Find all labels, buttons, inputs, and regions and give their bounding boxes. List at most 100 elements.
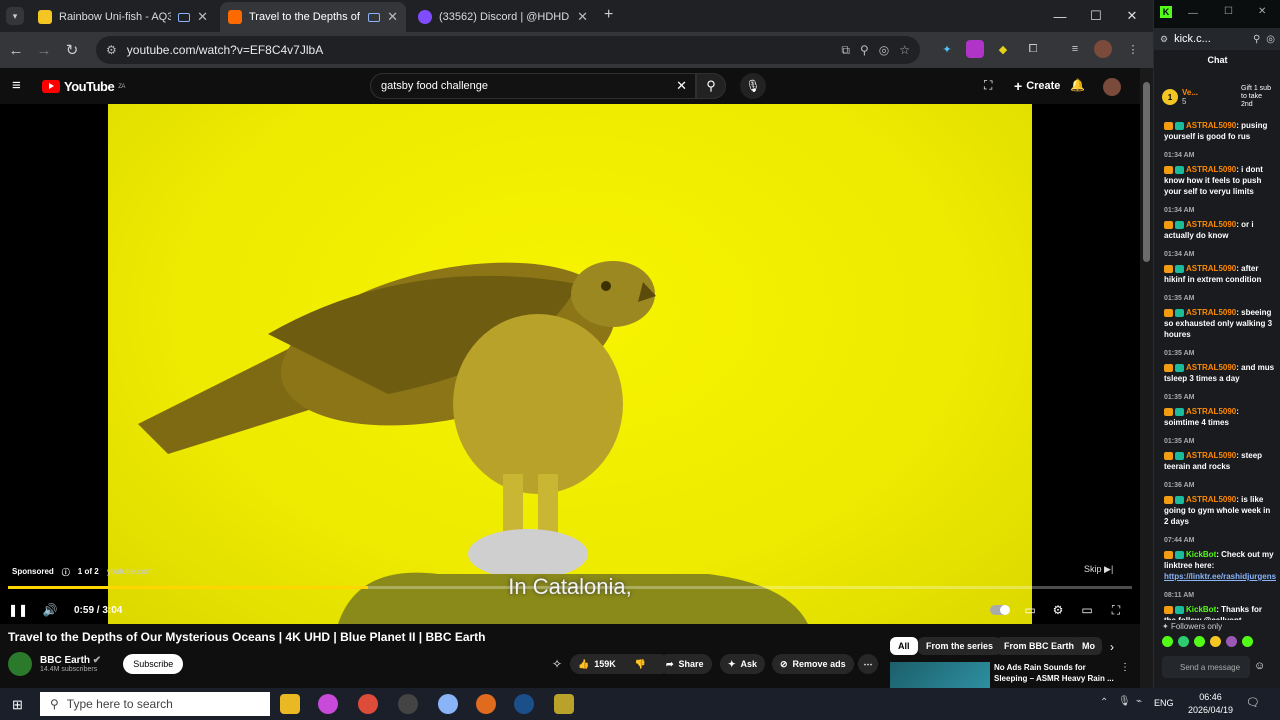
message-username[interactable]: ASTRAL5090 bbox=[1186, 308, 1236, 317]
taskbar-search[interactable]: ⚲ Type here to search bbox=[40, 692, 270, 716]
app-icon[interactable] bbox=[318, 694, 338, 714]
browser-menu-icon[interactable]: ⋮ bbox=[1124, 40, 1142, 58]
message-username[interactable]: KickBot bbox=[1186, 550, 1216, 559]
app-icon[interactable] bbox=[398, 694, 418, 714]
chip-from-channel[interactable]: From BBC Earth bbox=[996, 637, 1083, 655]
reload-icon[interactable]: ↻ bbox=[58, 32, 86, 68]
close-tab-icon[interactable]: ✕ bbox=[197, 9, 208, 25]
settings-gear-icon[interactable]: ⚙ bbox=[1048, 598, 1068, 622]
recommendation-title[interactable]: No Ads Rain Sounds for Sleeping – ASMR H… bbox=[994, 662, 1118, 684]
tab-aq3d[interactable]: Rainbow Uni-fish - AQ3D ✕ bbox=[30, 2, 216, 32]
message-username[interactable]: ASTRAL5090 bbox=[1186, 121, 1236, 130]
profile-avatar[interactable] bbox=[1094, 40, 1112, 58]
address-bar[interactable]: ⚙ youtube.com/watch?v=EF8C4v7JlbA ⧉ ⚲ ◎ … bbox=[96, 36, 920, 64]
network-icon[interactable]: ⌁ bbox=[1136, 696, 1142, 707]
emote-icon[interactable] bbox=[1178, 636, 1189, 647]
search-button[interactable]: ⚲ bbox=[696, 73, 726, 99]
thumbs-down-icon[interactable]: 👎 bbox=[635, 659, 646, 670]
install-app-icon[interactable]: ⧉ bbox=[841, 43, 850, 58]
notifications-bell-icon[interactable]: 🔔 bbox=[1070, 78, 1085, 92]
zoom-icon[interactable]: ⚲ bbox=[860, 43, 869, 57]
forward-icon[interactable]: → bbox=[30, 32, 58, 68]
panel-close-icon[interactable]: ✕ bbox=[1258, 6, 1266, 17]
page-scrollbar[interactable] bbox=[1140, 68, 1153, 688]
message-username[interactable]: ASTRAL5090 bbox=[1186, 220, 1236, 229]
chip-more[interactable]: Mo bbox=[1074, 637, 1102, 655]
new-tab-button[interactable]: + bbox=[604, 6, 613, 24]
steam-icon[interactable] bbox=[514, 694, 534, 714]
tray-overflow-icon[interactable]: ⌃ bbox=[1100, 697, 1108, 708]
hamburger-menu-icon[interactable]: ≡ bbox=[12, 77, 21, 94]
top-gifter-bar[interactable]: 1 Ve... 5 Gift 1 sub to take 2nd bbox=[1154, 78, 1280, 116]
thumbs-up-icon[interactable]: 👍 bbox=[578, 659, 589, 670]
close-tab-icon[interactable]: ✕ bbox=[577, 9, 588, 25]
tab-youtube[interactable]: Travel to the Depths of Our ✕ bbox=[220, 2, 406, 32]
extensions-puzzle-icon[interactable]: ⧠ bbox=[1024, 40, 1042, 58]
url-text[interactable]: youtube.com/watch?v=EF8C4v7JlbA bbox=[127, 43, 832, 57]
create-button[interactable]: + Create bbox=[1006, 74, 1068, 98]
tab-discord[interactable]: (33562) Discord | @HDHDHDH ✕ bbox=[410, 2, 596, 32]
bookmark-star-icon[interactable]: ☆ bbox=[899, 43, 910, 57]
ask-button[interactable]: ✦ Ask bbox=[720, 654, 766, 674]
panel-zoom-icon[interactable]: ⚲ bbox=[1253, 34, 1260, 45]
subtitles-icon[interactable]: ▭ bbox=[1020, 598, 1040, 622]
chrome-icon[interactable] bbox=[358, 694, 378, 714]
volume-icon[interactable]: 🔊 bbox=[40, 598, 60, 622]
mic-tray-icon[interactable]: 🎙 bbox=[1118, 696, 1131, 707]
message-username[interactable]: ASTRAL5090 bbox=[1186, 407, 1236, 416]
account-avatar[interactable] bbox=[1103, 78, 1121, 96]
channel-avatar[interactable] bbox=[8, 652, 32, 676]
panel-settings-icon[interactable]: ⚙ bbox=[1160, 34, 1168, 45]
clear-search-icon[interactable]: ✕ bbox=[676, 78, 687, 94]
video-frame[interactable] bbox=[108, 104, 1032, 624]
search-box[interactable]: gatsby food challenge ✕ bbox=[370, 73, 696, 99]
site-info-icon[interactable]: ⚙ bbox=[106, 43, 117, 57]
notifications-icon[interactable]: 🗨 bbox=[1246, 696, 1260, 709]
extension-icon[interactable] bbox=[966, 40, 984, 58]
remove-ads-button[interactable]: ⊘ Remove ads bbox=[772, 654, 854, 674]
skip-ad-button[interactable]: Skip ▶| bbox=[1084, 564, 1113, 575]
chip-from-series[interactable]: From the series bbox=[918, 637, 1002, 655]
chrome-profile-icon[interactable] bbox=[476, 694, 496, 714]
chat-input[interactable]: Send a message bbox=[1162, 656, 1250, 678]
windows-start-icon[interactable]: ⊞ bbox=[12, 697, 23, 713]
subscribe-button[interactable]: Subscribe bbox=[123, 654, 184, 674]
emote-icon[interactable] bbox=[1210, 636, 1221, 647]
panel-visibility-icon[interactable]: ◎ bbox=[1266, 34, 1275, 45]
like-count[interactable]: 159K bbox=[594, 659, 616, 669]
tracking-protection-icon[interactable]: ◎ bbox=[879, 43, 889, 57]
message-username[interactable]: ASTRAL5090 bbox=[1186, 451, 1236, 460]
snap-icon[interactable]: ⛶ bbox=[984, 78, 992, 93]
language-indicator[interactable]: ENG bbox=[1154, 698, 1174, 708]
panel-url[interactable]: kick.c... bbox=[1174, 33, 1247, 45]
media-controls-icon[interactable]: ≡ bbox=[1066, 40, 1084, 58]
game-app-icon[interactable] bbox=[554, 694, 574, 714]
share-button[interactable]: ➦ Share bbox=[658, 654, 712, 674]
pause-icon[interactable]: ❚❚ bbox=[8, 598, 28, 622]
message-username[interactable]: KickBot bbox=[1186, 605, 1216, 614]
app-icon[interactable] bbox=[438, 694, 458, 714]
taskbar-clock[interactable]: 06:46 2026/04/19 bbox=[1188, 691, 1233, 717]
gift-sub-prompt[interactable]: Gift 1 sub to take 2nd bbox=[1241, 85, 1273, 109]
emote-icon[interactable] bbox=[1242, 636, 1253, 647]
voice-search-button[interactable]: 🎙 bbox=[740, 73, 766, 99]
close-tab-icon[interactable]: ✕ bbox=[387, 9, 398, 25]
progress-bar[interactable] bbox=[8, 586, 1132, 589]
youtube-logo[interactable]: YouTube ZA bbox=[42, 79, 125, 94]
theater-mode-icon[interactable]: ▭ bbox=[1077, 598, 1097, 622]
message-username[interactable]: ASTRAL5090 bbox=[1186, 264, 1236, 273]
more-actions-icon[interactable]: ⋯ bbox=[858, 654, 878, 674]
extension-icon[interactable]: ✦ bbox=[938, 40, 956, 58]
fullscreen-icon[interactable]: ⛶ bbox=[1106, 598, 1126, 622]
ad-info-icon[interactable]: ⓘ bbox=[62, 567, 70, 578]
emote-icon[interactable] bbox=[1194, 636, 1205, 647]
message-username[interactable]: ASTRAL5090 bbox=[1186, 165, 1236, 174]
autoplay-toggle[interactable] bbox=[990, 598, 1010, 622]
sparkle-icon[interactable]: ✧ bbox=[552, 657, 562, 671]
emote-picker-icon[interactable]: ☺ bbox=[1254, 660, 1265, 672]
emote-icon[interactable] bbox=[1162, 636, 1173, 647]
minimize-icon[interactable]: — bbox=[1042, 0, 1078, 32]
ad-domain[interactable]: youtube.com bbox=[107, 567, 153, 578]
scrollbar-thumb[interactable] bbox=[1143, 82, 1150, 262]
panel-maximize-icon[interactable]: ☐ bbox=[1224, 6, 1233, 17]
